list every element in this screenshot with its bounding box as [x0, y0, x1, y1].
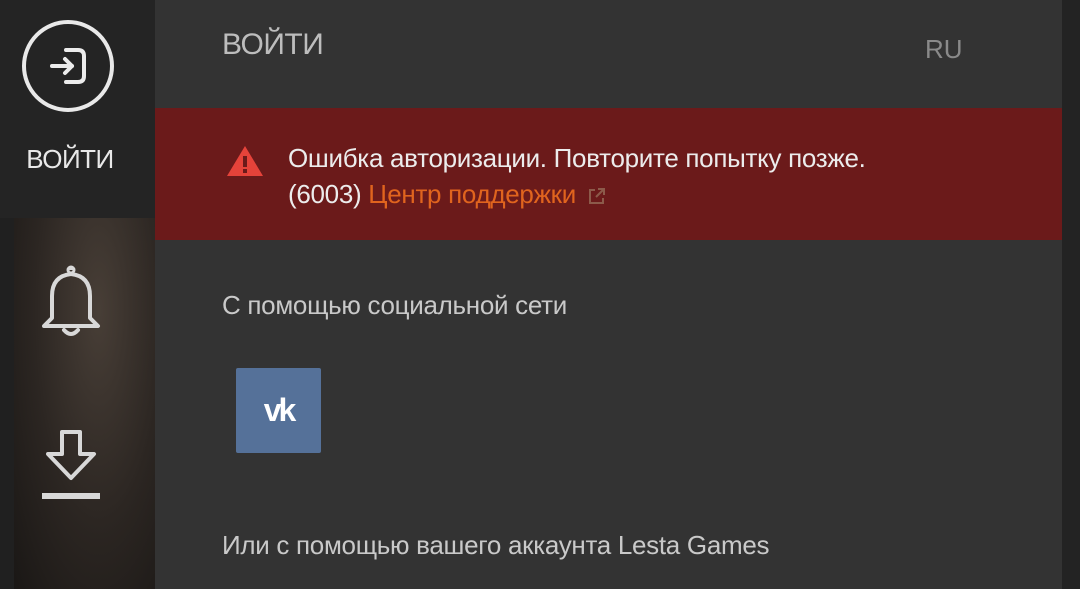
- vk-login-button[interactable]: vk: [236, 368, 321, 453]
- sidebar: ВОЙТИ: [0, 0, 155, 589]
- sidebar-login-label[interactable]: ВОЙТИ: [0, 144, 140, 175]
- external-link-icon[interactable]: [586, 185, 608, 207]
- social-login-label: С помощью социальной сети: [222, 290, 567, 320]
- error-code: (6003): [288, 179, 362, 209]
- download-icon: [42, 430, 100, 499]
- warning-icon: [227, 146, 263, 176]
- error-text: Ошибка авторизации. Повторите попытку по…: [288, 143, 866, 173]
- panel-header: ВОЙТИ RU: [155, 0, 1062, 108]
- language-selector[interactable]: RU: [925, 34, 963, 65]
- bell-icon: [42, 265, 100, 336]
- login-icon: [50, 48, 86, 84]
- support-center-link[interactable]: Центр поддержки: [368, 179, 576, 209]
- page-title: ВОЙТИ: [222, 28, 324, 61]
- login-button[interactable]: [22, 20, 114, 112]
- sidebar-edge: [0, 218, 14, 589]
- notifications-button[interactable]: [36, 262, 106, 342]
- window-edge: [1062, 0, 1080, 589]
- vk-logo-icon: vk: [263, 392, 297, 428]
- app-root: ВОЙТИ ВОЙТИ RU Ошибка авторизации. Повто…: [0, 0, 1080, 589]
- download-button[interactable]: [36, 428, 106, 504]
- error-message: Ошибка авторизации. Повторите попытку по…: [288, 140, 1048, 212]
- account-login-label: Или с помощью вашего аккаунта Lesta Game…: [222, 530, 770, 560]
